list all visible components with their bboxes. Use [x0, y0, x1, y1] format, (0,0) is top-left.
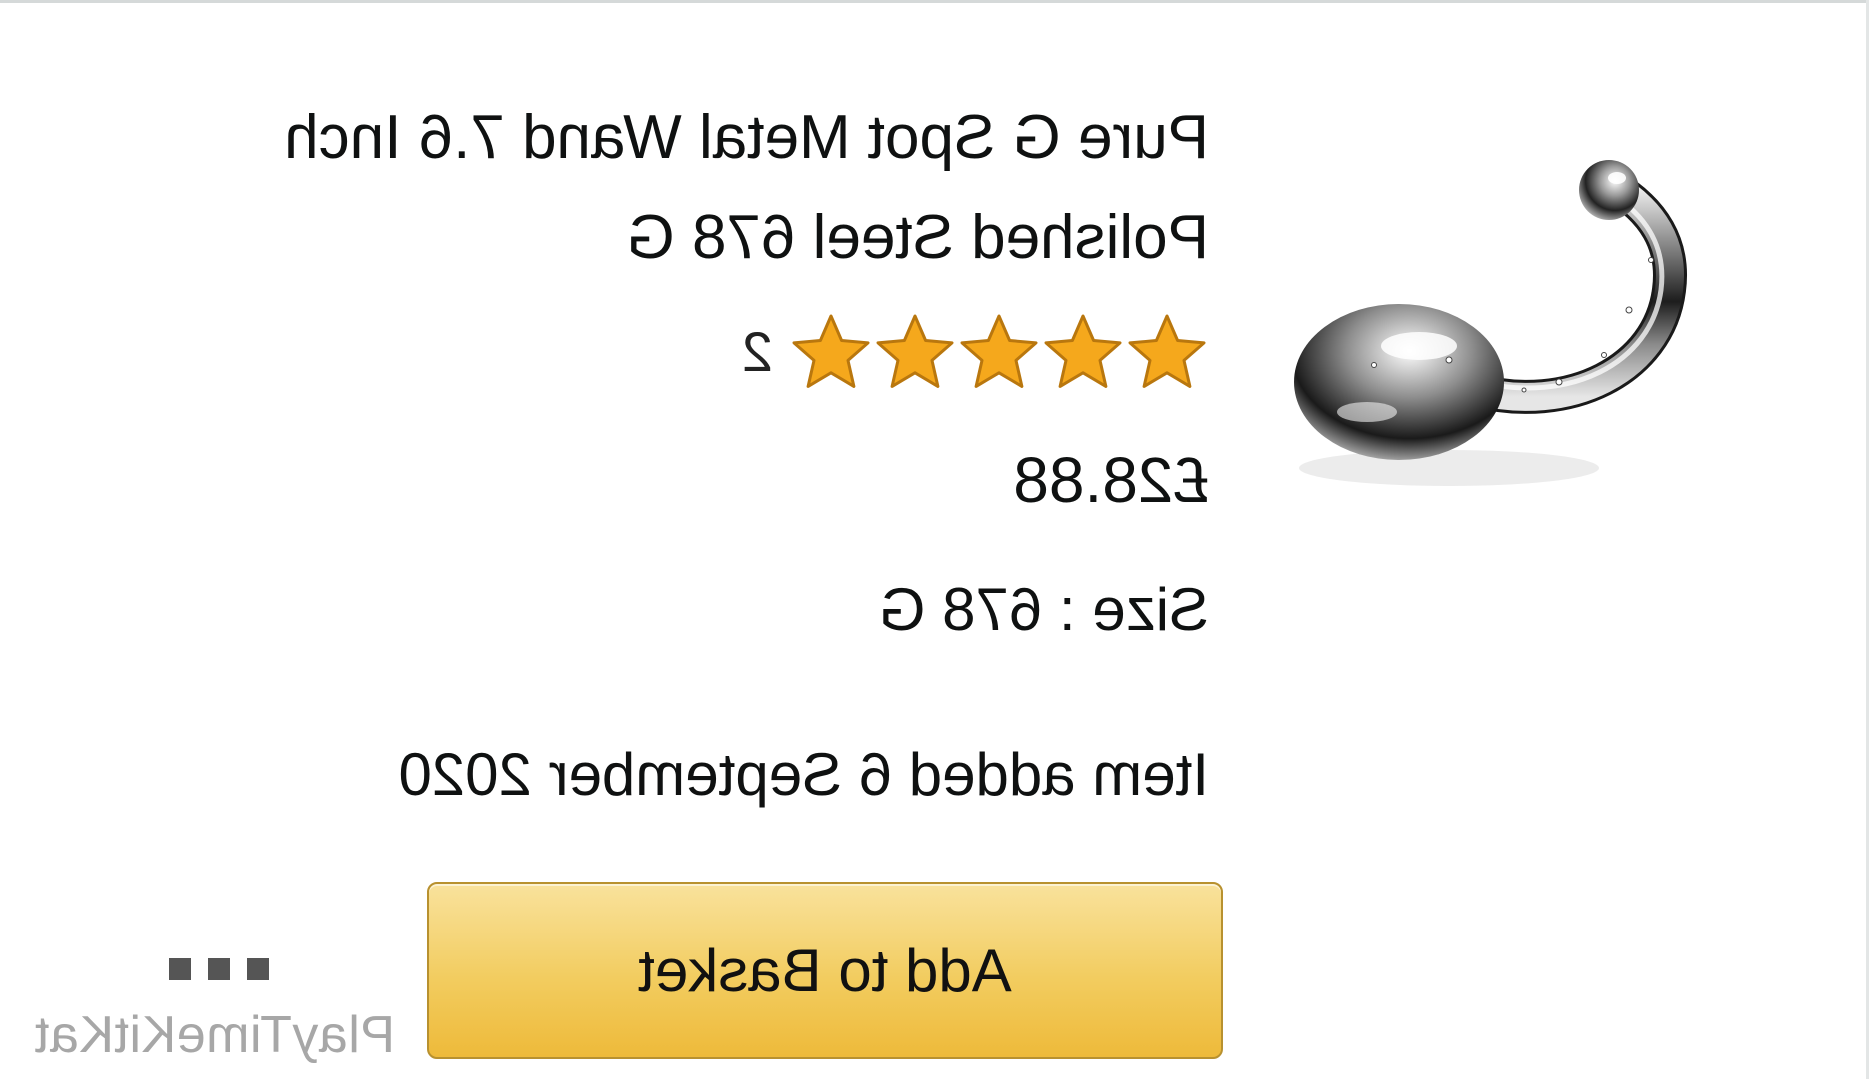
- dot: [169, 958, 191, 980]
- mirrored-content: Pure G Spot Metal Wand 7.6 Inch Polished…: [0, 0, 1869, 1079]
- star-icon: [1044, 314, 1122, 388]
- dot: [208, 958, 230, 980]
- watermark-text: PlayTimeKitKat: [34, 1006, 395, 1064]
- product-price: £28.88: [1013, 444, 1209, 516]
- star-icon: [960, 314, 1038, 388]
- metal-wand-product-image: [1294, 160, 1687, 486]
- star-icon: [876, 314, 954, 388]
- review-count: 2: [741, 320, 773, 383]
- item-added-date: Item added 6 September 2020: [398, 741, 1209, 808]
- star-icon: [792, 314, 870, 388]
- product-image[interactable]: [1279, 150, 1779, 520]
- product-size: Size : 678 G: [878, 576, 1209, 643]
- star-icon: [1128, 314, 1206, 388]
- dot: [247, 958, 269, 980]
- star-rating: [789, 312, 1209, 392]
- more-options-icon[interactable]: [169, 958, 269, 982]
- wishlist-item-card: Pure G Spot Metal Wand 7.6 Inch Polished…: [0, 0, 1869, 1079]
- add-to-basket-button[interactable]: Add to Basket: [427, 882, 1223, 1059]
- product-rating[interactable]: 2: [742, 312, 1209, 392]
- product-title[interactable]: Pure G Spot Metal Wand 7.6 Inch Polished…: [189, 88, 1209, 288]
